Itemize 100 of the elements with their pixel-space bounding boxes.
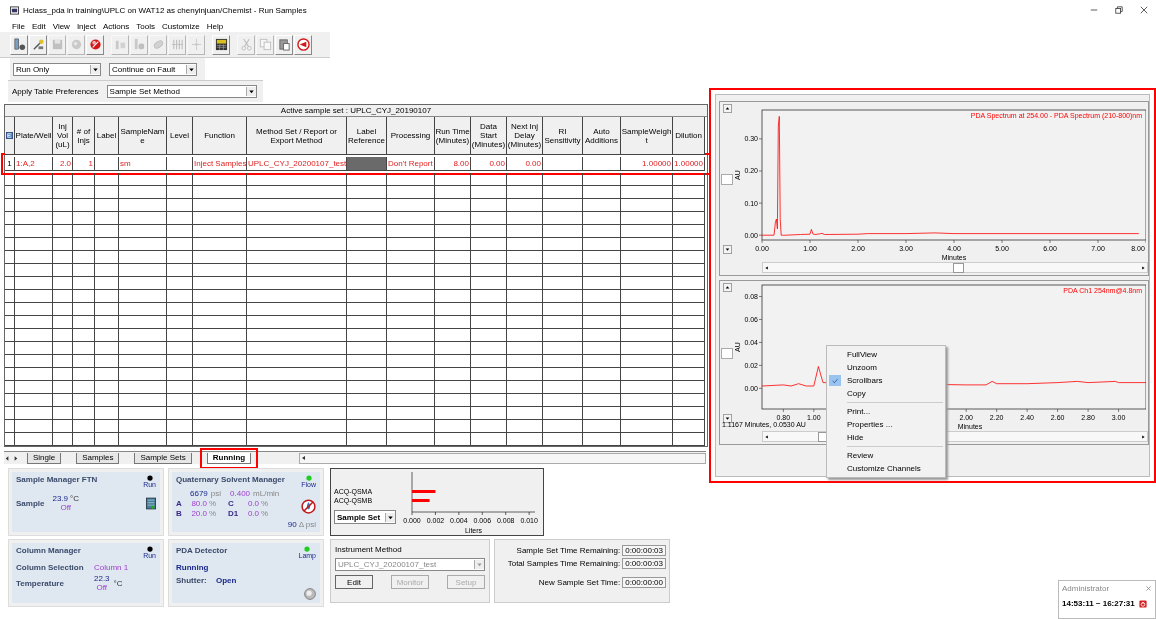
table-cell xyxy=(621,186,673,199)
menu-item[interactable]: Actions xyxy=(103,21,130,31)
run-mode-dropdown[interactable]: Run Only xyxy=(13,62,101,76)
menu-item[interactable]: Edit xyxy=(31,21,46,31)
method-button[interactable]: Edit xyxy=(335,575,373,589)
table-cell xyxy=(387,420,435,433)
sheet-tab[interactable]: Sample Sets xyxy=(134,452,192,464)
table-cell xyxy=(583,394,621,407)
table-cell xyxy=(73,238,95,251)
scroll-right-icon[interactable] xyxy=(12,454,19,462)
menu-item[interactable]: Tools xyxy=(136,21,155,31)
scroll-thumb[interactable] xyxy=(721,173,733,185)
table-cell xyxy=(507,316,543,329)
menu-item[interactable]: Customize xyxy=(161,21,200,31)
table-cell xyxy=(507,186,543,199)
sheet-tab[interactable]: Running xyxy=(206,452,252,464)
menu-item[interactable]: Print... xyxy=(847,407,871,416)
toolbar-button[interactable] xyxy=(294,34,312,55)
minimize-icon[interactable] xyxy=(1090,6,1098,14)
column-header[interactable]: Next Inj Delay (Minutes) xyxy=(507,117,543,155)
table-cell xyxy=(95,433,119,446)
table-cell xyxy=(435,212,471,225)
table-cell xyxy=(507,212,543,225)
table-cell xyxy=(347,368,387,381)
column-header[interactable]: Auto Additions xyxy=(583,117,621,155)
scroll-thumb[interactable] xyxy=(721,347,733,359)
table-cell xyxy=(167,368,193,381)
menu-item[interactable]: Review xyxy=(847,451,874,460)
column-header[interactable]: Function xyxy=(193,117,247,155)
table-preferences-dropdown[interactable]: Sample Set Method xyxy=(106,85,257,98)
table-cell xyxy=(507,277,543,290)
column-header[interactable]: SampleName xyxy=(119,117,167,155)
column-header[interactable]: Inj Vol (uL) xyxy=(53,117,73,155)
table-cell xyxy=(167,277,193,290)
temperature-unit: °C xyxy=(70,494,80,503)
column-header[interactable]: Dilution xyxy=(673,117,705,155)
table-cell xyxy=(193,199,247,212)
menu-item[interactable]: File xyxy=(12,21,25,31)
row-number[interactable]: 1 xyxy=(5,157,15,171)
table-cell xyxy=(15,368,53,381)
horizontal-scrollbar[interactable] xyxy=(762,262,1148,273)
table-cell xyxy=(387,381,435,394)
column-header[interactable]: Label xyxy=(95,117,119,155)
column-header[interactable]: SampleWeight xyxy=(621,117,673,155)
table-cell xyxy=(387,238,435,251)
scroll-down-icon[interactable] xyxy=(722,414,732,423)
menu-item[interactable]: View xyxy=(52,21,70,31)
column-header[interactable]: Level xyxy=(167,117,193,155)
menu-item[interactable]: Properties ... xyxy=(847,420,893,429)
save-icon xyxy=(50,38,64,51)
table-cell xyxy=(95,277,119,290)
sheet-tab[interactable]: Single xyxy=(27,452,62,464)
menu-item[interactable]: Copy xyxy=(847,389,866,398)
table-cell xyxy=(73,264,95,277)
menu-item[interactable]: Help xyxy=(206,21,224,31)
menu-item[interactable]: Customize Channels xyxy=(847,464,921,473)
vials-icon xyxy=(113,38,127,51)
column-header[interactable]: Data Start (Minutes) xyxy=(471,117,507,155)
restore-icon[interactable] xyxy=(1115,6,1123,14)
column-header[interactable]: Processing xyxy=(387,117,435,155)
column-header[interactable]: Plate/Well xyxy=(15,117,53,155)
table-cell xyxy=(193,355,247,368)
table-cell xyxy=(387,394,435,407)
table-cell xyxy=(507,420,543,433)
menu-item[interactable]: Inject xyxy=(76,21,96,31)
channel-unit: % xyxy=(261,509,269,518)
bar xyxy=(412,490,436,493)
table-cell xyxy=(53,368,73,381)
menu-item[interactable]: Scrollbars xyxy=(847,376,883,385)
table-cell xyxy=(387,342,435,355)
table-cell xyxy=(95,225,119,238)
column-header[interactable]: Run Time (Minutes) xyxy=(435,117,471,155)
instrument-method-dropdown[interactable]: UPLC_CYJ_20200107_test xyxy=(335,558,485,571)
menu-item[interactable]: FullView xyxy=(847,350,878,359)
scroll-up-icon[interactable] xyxy=(722,283,732,292)
table-cell xyxy=(387,225,435,238)
power-icon[interactable] xyxy=(1138,599,1147,608)
table-cell xyxy=(95,368,119,381)
table-cell xyxy=(193,303,247,316)
scroll-up-icon[interactable] xyxy=(722,104,732,113)
scroll-thumb[interactable] xyxy=(953,263,964,273)
grid-icon xyxy=(214,38,228,51)
table-cell xyxy=(507,394,543,407)
table-cell xyxy=(193,290,247,303)
table-cell xyxy=(167,264,193,277)
toolbar-button[interactable] xyxy=(86,34,104,55)
menu-item[interactable]: Unzoom xyxy=(847,363,877,372)
close-icon[interactable] xyxy=(1140,6,1148,14)
menu-item[interactable]: Hide xyxy=(847,433,864,442)
scroll-left-icon[interactable] xyxy=(4,454,11,462)
sheet-tab[interactable]: Samples xyxy=(76,452,120,464)
toolbar-button[interactable] xyxy=(10,34,28,55)
table-cell xyxy=(73,186,95,199)
usage-scope-dropdown[interactable]: Sample Set xyxy=(334,510,396,524)
column-header[interactable]: Method Set / Report or Export Method xyxy=(247,117,347,155)
column-header[interactable]: RI Sensitivity xyxy=(543,117,583,155)
toolbar-button[interactable] xyxy=(212,34,230,55)
fault-mode-dropdown[interactable]: Continue on Fault xyxy=(109,62,197,76)
horizontal-scrollbar[interactable] xyxy=(299,452,706,464)
column-header[interactable]: # of Injs xyxy=(73,117,95,155)
